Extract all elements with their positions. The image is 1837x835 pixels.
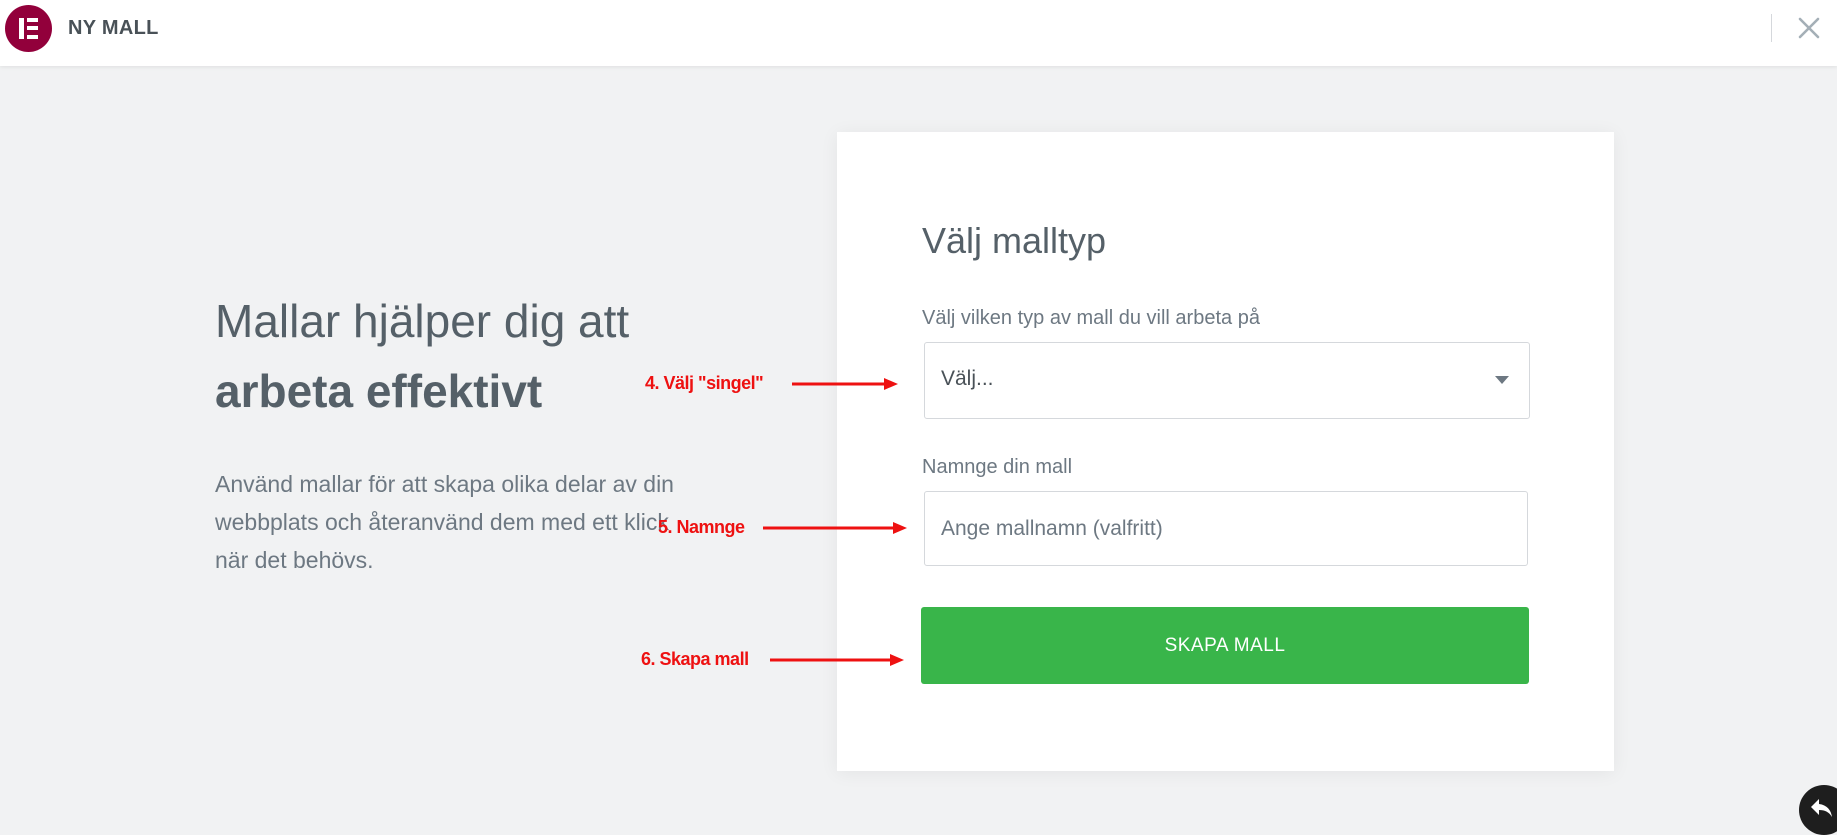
- template-name-label: Namnge din mall: [922, 456, 1073, 478]
- headline-line-1: Mallar hjälper dig att: [215, 295, 630, 347]
- intro-description: Använd mallar för att skapa olika delar …: [215, 471, 674, 573]
- annotation-label: 5. Namnge: [658, 517, 745, 537]
- close-button[interactable]: [1795, 14, 1823, 42]
- reply-arrow-icon: [1811, 799, 1832, 817]
- template-type-label: Välj vilken typ av mall du vill arbeta p…: [922, 307, 1260, 329]
- arrow-right-icon: [763, 522, 907, 534]
- annotation-create-template: 6. Skapa mall: [641, 645, 909, 675]
- intro-headline: Mallar hjälper dig att arbeta effektivt: [215, 286, 629, 426]
- app-title: NY MALL: [68, 17, 159, 39]
- annotation-label: 4. Välj "singel": [645, 373, 764, 393]
- header-divider: [1771, 14, 1772, 42]
- annotation-label: 6. Skapa mall: [641, 649, 749, 669]
- new-template-form-card: Välj malltyp Välj vilken typ av mall du …: [837, 132, 1614, 771]
- back-button[interactable]: [1799, 785, 1837, 835]
- headline-line-2: arbeta effektivt: [215, 365, 543, 417]
- arrow-right-icon: [770, 654, 904, 666]
- top-bar: NY MALL: [0, 0, 1837, 66]
- elementor-logo-icon: [5, 5, 52, 52]
- create-template-button[interactable]: SKAPA MALL: [921, 607, 1529, 684]
- template-type-select-value: Välj...: [941, 367, 994, 390]
- template-type-select[interactable]: Välj...: [924, 342, 1530, 419]
- form-title: Välj malltyp: [922, 220, 1107, 261]
- annotation-select-type: 4. Välj "singel": [645, 369, 900, 399]
- annotation-name-template: 5. Namnge: [658, 513, 909, 543]
- arrow-right-icon: [792, 378, 898, 390]
- template-name-input[interactable]: [924, 491, 1528, 566]
- close-icon: [1798, 17, 1820, 39]
- caret-down-icon: [1495, 376, 1509, 384]
